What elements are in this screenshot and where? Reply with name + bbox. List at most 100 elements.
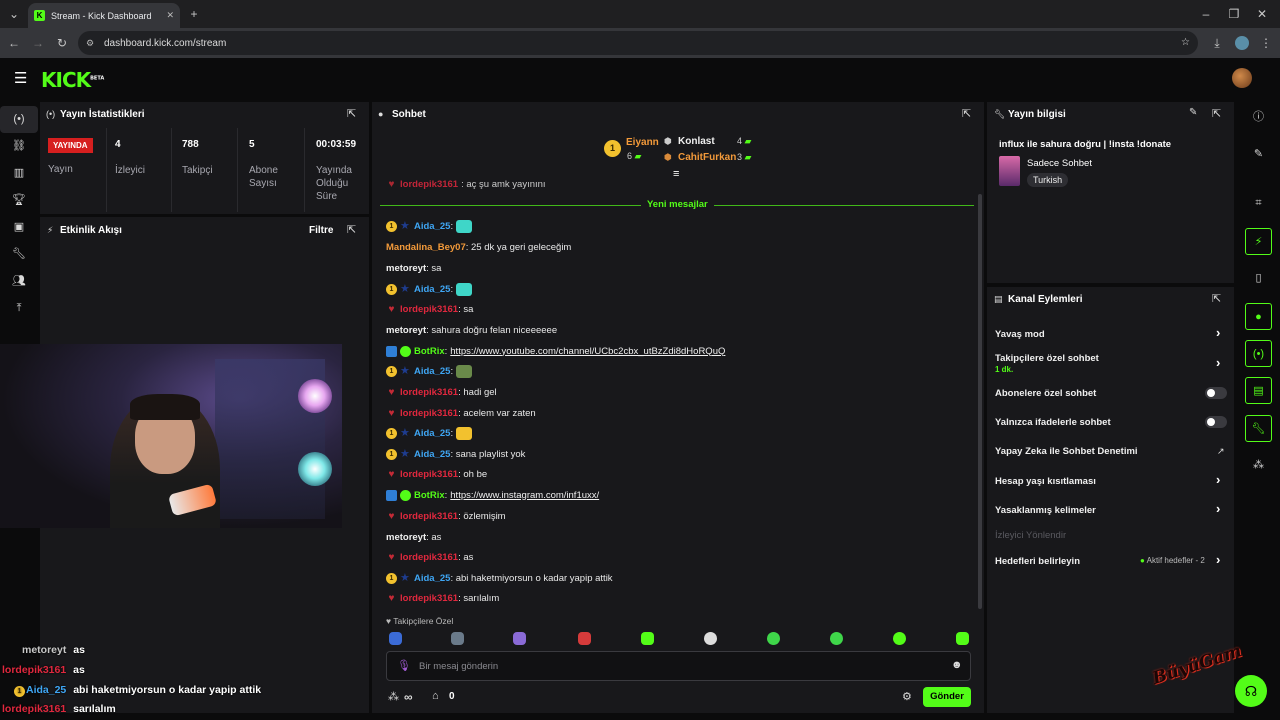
external-link-icon[interactable]: ↗ (1217, 446, 1225, 457)
chat-panel-icon[interactable]: ● (1245, 303, 1272, 330)
chat-link[interactable]: https://www.youtube.com/channel/UCbc2cbx… (450, 346, 725, 357)
media-nav-icon[interactable]: ▣ (0, 214, 38, 241)
chevron-right-icon[interactable]: › (1216, 472, 1220, 487)
emote-icon[interactable] (641, 632, 654, 645)
capture-icon[interactable]: ⌗ (1245, 190, 1272, 217)
chat-username[interactable]: lordepik3161 (400, 593, 458, 604)
chat-username[interactable]: BotRix (414, 346, 445, 357)
followers-chat-row[interactable]: Takipçilere özel sohbet (995, 353, 1099, 364)
minimize-icon[interactable]: – (1196, 2, 1216, 26)
points-icon[interactable]: ⁂ (388, 690, 399, 703)
popout-icon[interactable]: ⇱ (962, 107, 971, 120)
popout-icon[interactable]: ⇱ (1212, 107, 1221, 120)
kick-logo[interactable]: KICKBETA (41, 68, 104, 92)
user-avatar[interactable] (1232, 68, 1252, 88)
site-info-icon[interactable]: ⚙ (86, 31, 94, 55)
broadcast-panel-icon[interactable]: (•) (1245, 340, 1272, 367)
back-icon[interactable]: ← (4, 31, 24, 55)
chat-username[interactable]: lordepik3161 (400, 387, 458, 398)
chat-settings-icon[interactable]: ⚙ (902, 690, 912, 703)
edit-pen-icon[interactable]: ✎ (1245, 141, 1272, 168)
ai-moderation-row[interactable]: Yapay Zeka ile Sohbet Denetimi (995, 446, 1138, 457)
download-icon[interactable]: ⤓ (1207, 31, 1227, 55)
lightning-panel-icon[interactable]: ⚡︎ (1245, 228, 1272, 255)
popout-icon[interactable]: ⇱ (1212, 292, 1221, 305)
forward-icon[interactable]: → (28, 31, 48, 55)
chat-username[interactable]: lordepik3161 (400, 304, 458, 315)
notes-icon[interactable]: ▯ (1245, 265, 1272, 292)
new-tab-icon[interactable]: + (184, 2, 204, 26)
address-input[interactable]: ⚙ dashboard.kick.com/stream ☆ (78, 31, 1198, 55)
subs-chat-toggle[interactable] (1205, 387, 1227, 399)
leader-second-name[interactable]: Konlast (678, 136, 715, 147)
microphone-icon[interactable]: 🎙︎ (397, 659, 411, 672)
maximize-icon[interactable]: ❐ (1224, 2, 1244, 26)
trophy-nav-icon[interactable]: 🏆︎ (0, 187, 38, 214)
chat-username[interactable]: Aida_25 (414, 221, 450, 232)
tools-nav-icon[interactable]: 🔧︎ (0, 241, 38, 268)
chevron-right-icon[interactable]: › (1216, 325, 1220, 340)
close-tab-icon[interactable]: ✕ (166, 10, 174, 21)
chat-username[interactable]: Aida_25 (414, 449, 450, 460)
chat-username[interactable]: metoreyt (386, 532, 426, 543)
edit-icon[interactable]: ✎ (1189, 107, 1197, 118)
tools-panel-icon[interactable]: 🔧︎ (1245, 415, 1272, 442)
send-button[interactable]: Gönder (923, 687, 971, 707)
profile-avatar[interactable] (1235, 36, 1249, 50)
analytics-nav-icon[interactable]: ▥ (0, 160, 38, 187)
popout-icon[interactable]: ⇱ (347, 223, 356, 236)
chat-link[interactable]: https://www.instagram.com/inf1uxx/ (450, 490, 599, 501)
actions-panel-icon[interactable]: ▤ (1245, 377, 1272, 404)
chat-username[interactable]: lordepik3161 (400, 408, 458, 419)
chat-username[interactable]: Aida_25 (414, 428, 450, 439)
chat-username[interactable]: Aida_25 (414, 284, 450, 295)
emote-icon[interactable] (830, 632, 843, 645)
community-nav-icon[interactable]: 👥︎ (0, 268, 38, 295)
emote-icon[interactable] (767, 632, 780, 645)
chat-username[interactable]: metoreyt (386, 263, 426, 274)
emote-icon[interactable] (513, 632, 526, 645)
link-nav-icon[interactable]: ⛓ (0, 133, 38, 160)
support-chat-icon[interactable]: ☊ (1235, 675, 1267, 707)
filter-lines-icon[interactable]: ≡ (673, 168, 679, 180)
bookmark-star-icon[interactable]: ☆ (1181, 31, 1190, 55)
chat-username[interactable]: lordepik3161 (400, 469, 458, 480)
upload-nav-icon[interactable]: ⤒ (0, 295, 38, 322)
tab-list-icon[interactable]: ⌄ (4, 2, 24, 26)
store-icon[interactable]: ⌂ (432, 690, 439, 702)
emote-chat-toggle[interactable] (1205, 416, 1227, 428)
share-icon[interactable]: ⁂ (1245, 452, 1272, 479)
browser-tab[interactable]: K Stream - Kick Dashboard ✕ (28, 3, 180, 28)
browser-menu-icon[interactable]: ⋮ (1256, 31, 1276, 55)
chat-input-box[interactable]: 🎙︎ Bir mesaj gönderin ☻ (386, 651, 971, 681)
chat-username[interactable]: metoreyt (386, 325, 426, 336)
emoji-picker-icon[interactable]: ☻ (951, 659, 963, 671)
stream-nav-icon[interactable]: (•) (0, 106, 38, 133)
emote-icon[interactable] (704, 632, 717, 645)
popout-icon[interactable]: ⇱ (347, 107, 356, 120)
leader-third-name[interactable]: CahitFurkan (678, 152, 736, 163)
set-goals-row[interactable]: Hedefleri belirleyin (995, 556, 1080, 567)
leader-first-name[interactable]: Eiyann (626, 137, 659, 148)
filter-button[interactable]: Filtre (309, 225, 333, 236)
emote-icon[interactable] (578, 632, 591, 645)
hamburger-menu-icon[interactable]: ☰ (14, 69, 27, 87)
chevron-right-icon[interactable]: › (1216, 355, 1220, 370)
emote-icon[interactable] (956, 632, 969, 645)
banned-words-row[interactable]: Yasaklanmış kelimeler (995, 505, 1096, 516)
reload-icon[interactable]: ↻ (52, 31, 72, 55)
chat-username[interactable]: lordepik3161 (400, 511, 458, 522)
chat-username[interactable]: Aida_25 (414, 366, 450, 377)
info-icon[interactable]: ⓘ (1245, 104, 1272, 131)
chat-scrollbar[interactable] (978, 194, 982, 609)
category-name[interactable]: Sadece Sohbet (1027, 158, 1092, 169)
chevron-right-icon[interactable]: › (1216, 552, 1220, 567)
chat-username[interactable]: BotRix (414, 490, 445, 501)
chevron-right-icon[interactable]: › (1216, 501, 1220, 516)
chat-username[interactable]: lordepik3161 (400, 552, 458, 563)
emote-icon[interactable] (893, 632, 906, 645)
slow-mode-row[interactable]: Yavaş mod (995, 329, 1045, 340)
close-window-icon[interactable]: ✕ (1252, 2, 1272, 26)
emote-icon[interactable] (451, 632, 464, 645)
emote-icon[interactable] (389, 632, 402, 645)
